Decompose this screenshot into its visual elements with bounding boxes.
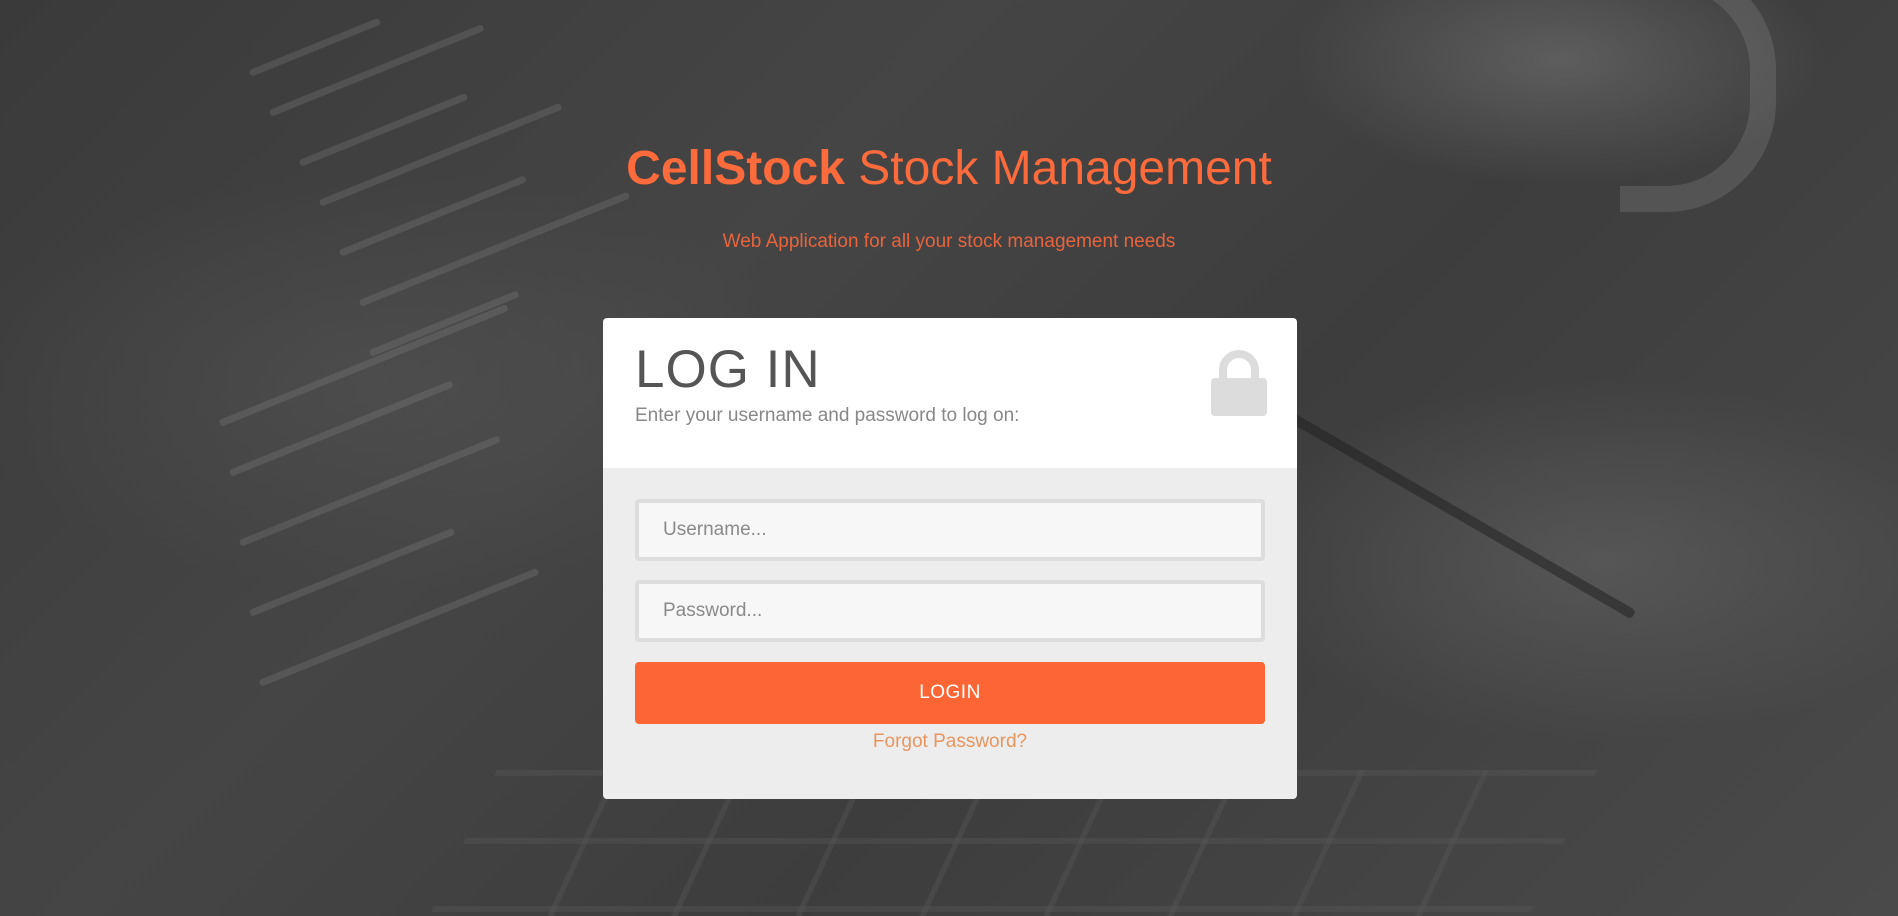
login-description: Enter your username and password to log …: [635, 405, 1020, 426]
username-input[interactable]: [635, 499, 1265, 561]
brand-name: CellStock: [626, 142, 845, 195]
forgot-password-link[interactable]: Forgot Password?: [603, 730, 1297, 754]
password-input[interactable]: [635, 580, 1265, 642]
login-card-header: LOG IN Enter your username and password …: [603, 318, 1297, 468]
app-header: CellStock Stock Management Web Applicati…: [0, 138, 1898, 254]
login-form: LOGIN Forgot Password?: [603, 468, 1297, 799]
login-title: LOG IN: [635, 340, 821, 399]
lock-icon: [1211, 350, 1267, 416]
login-button[interactable]: LOGIN: [635, 662, 1265, 724]
login-card: LOG IN Enter your username and password …: [603, 318, 1297, 799]
app-title-rest: Stock Management: [858, 142, 1272, 195]
app-subtitle: Web Application for all your stock manag…: [722, 231, 1176, 252]
app-title: CellStock Stock Management: [0, 138, 1898, 200]
